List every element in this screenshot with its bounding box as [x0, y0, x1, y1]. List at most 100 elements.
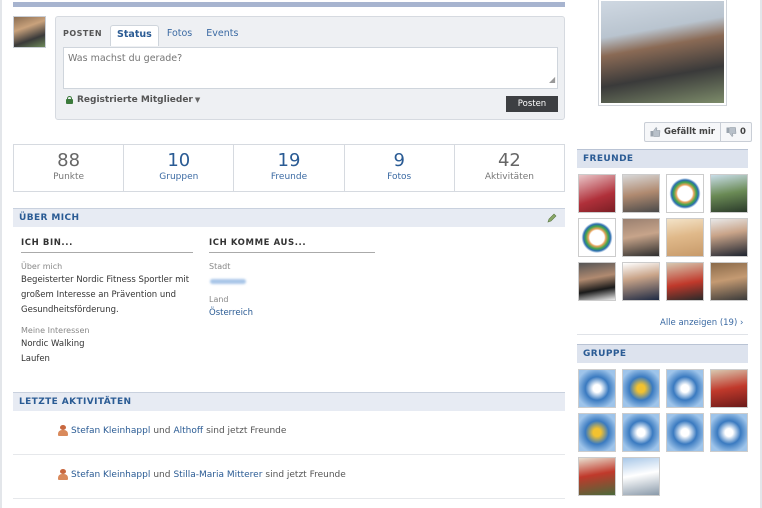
thumbs-down-icon: [726, 127, 737, 137]
tab-status[interactable]: Status: [110, 24, 159, 46]
thumbs-up-icon: [650, 127, 661, 137]
stat-value: 19: [277, 150, 301, 171]
friend-thumbnail[interactable]: [710, 262, 748, 301]
stat-value: 88: [57, 150, 81, 171]
friend-thumbnail[interactable]: [666, 174, 704, 213]
country-link[interactable]: Österreich: [209, 306, 253, 321]
country-label: Land: [209, 295, 229, 304]
group-thumbnail[interactable]: [622, 413, 660, 452]
friend-thumbnail[interactable]: [710, 174, 748, 213]
activity-other-link[interactable]: Stilla-Maria Mitterer: [173, 470, 262, 480]
city-label: Stadt: [209, 262, 231, 271]
group-thumbnail[interactable]: [622, 457, 660, 496]
stat-punkte: 88 Punkte: [14, 145, 125, 191]
stat-aktivitaeten: 42 Aktivitäten: [455, 145, 564, 191]
about-header: ÜBER MICH: [13, 208, 565, 227]
profile-photo-image: [601, 1, 724, 103]
group-thumbnail[interactable]: [622, 369, 660, 408]
group-thumbnail[interactable]: [710, 369, 748, 408]
friend-thumbnail[interactable]: [710, 218, 748, 257]
pencil-icon[interactable]: [547, 213, 557, 223]
stat-freunde[interactable]: 19 Freunde: [234, 145, 345, 191]
see-all-friends-link[interactable]: Alle anzeigen (19) ›: [660, 318, 743, 328]
top-divider-bar: [13, 2, 565, 7]
lock-icon: [66, 96, 73, 104]
activity-item: Stefan Kleinhappl und Stilla-Maria Mitte…: [13, 455, 565, 499]
friend-thumbnail[interactable]: [622, 262, 660, 301]
post-button[interactable]: Posten: [506, 96, 558, 112]
resize-grip-icon[interactable]: ◢: [549, 75, 555, 84]
friend-thumbnail[interactable]: [578, 218, 616, 257]
tab-events[interactable]: Events: [200, 25, 244, 42]
tab-fotos[interactable]: Fotos: [161, 25, 198, 42]
status-input[interactable]: [63, 47, 558, 89]
activity-other-link[interactable]: Althoff: [173, 426, 203, 436]
dislike-count: 0: [740, 127, 746, 137]
about-title: ÜBER MICH: [19, 213, 80, 223]
interest-item: Laufen: [21, 354, 50, 364]
groups-title: GRUPPE: [583, 349, 627, 359]
stat-value: 9: [393, 150, 405, 171]
ich-komme-aus-title: ICH KOMME AUS...: [209, 238, 375, 253]
profile-photo[interactable]: [598, 0, 727, 106]
interest-item: Nordic Walking: [21, 339, 85, 349]
stat-label: Punkte: [53, 172, 85, 182]
stat-value: 42: [497, 150, 521, 171]
friends-grid: [578, 174, 748, 301]
stats-bar: 88 Punkte 10 Gruppen 19 Freunde 9 Fotos …: [13, 144, 565, 192]
user-icon: [58, 469, 68, 480]
friends-title: FREUNDE: [583, 154, 634, 164]
activity-user-link[interactable]: Stefan Kleinhappl: [71, 426, 150, 436]
dislike-button[interactable]: 0: [721, 123, 751, 141]
stat-label: Gruppen: [159, 172, 199, 182]
groups-grid: [578, 369, 748, 496]
like-widget: Gefällt mir 0: [644, 122, 752, 142]
ueber-mich-line-3: Gesundheitsförderung.: [21, 305, 119, 315]
activity-and: und: [153, 425, 171, 436]
activity-item: Stefan Kleinhappl und Althoff sind jetzt…: [13, 411, 565, 455]
stat-value: 10: [167, 150, 191, 171]
activity-user-link[interactable]: Stefan Kleinhappl: [71, 470, 150, 480]
group-thumbnail[interactable]: [666, 413, 704, 452]
like-label: Gefällt mir: [664, 127, 715, 137]
activities-title: LETZTE AKTIVITÄTEN: [19, 397, 132, 407]
friend-thumbnail[interactable]: [578, 262, 616, 301]
friend-thumbnail[interactable]: [622, 218, 660, 257]
friend-thumbnail[interactable]: [622, 174, 660, 213]
left-border: [0, 0, 2, 508]
interests-label: Meine Interessen: [21, 326, 90, 335]
composer-label: POSTEN: [63, 28, 103, 38]
status-composer: POSTEN Status Fotos Events ◢ Registriert…: [55, 16, 565, 120]
composer-tabs: POSTEN Status Fotos Events: [63, 24, 246, 46]
city-value-blurred: [210, 279, 246, 284]
groups-header: GRUPPE: [577, 344, 748, 363]
stat-label: Aktivitäten: [484, 172, 534, 182]
sidebar-divider: [577, 334, 748, 335]
stat-label: Freunde: [270, 172, 308, 182]
activity-text: sind jetzt Freunde: [265, 469, 346, 480]
ueber-mich-line-1: Begeisterter Nordic Fitness Sportler mit: [21, 275, 190, 285]
friend-thumbnail[interactable]: [578, 174, 616, 213]
user-avatar[interactable]: [13, 16, 46, 48]
friend-thumbnail[interactable]: [666, 262, 704, 301]
privacy-selector[interactable]: Registrierte Mitglieder ▼: [66, 95, 200, 105]
stat-label: Fotos: [387, 172, 412, 182]
activities-header: LETZTE AKTIVITÄTEN: [13, 392, 565, 411]
chevron-down-icon: ▼: [194, 96, 201, 104]
ich-bin-title: ICH BIN...: [21, 238, 193, 253]
privacy-label: Registrierte Mitglieder: [77, 95, 193, 105]
group-thumbnail[interactable]: [578, 369, 616, 408]
group-thumbnail[interactable]: [710, 413, 748, 452]
like-button[interactable]: Gefällt mir: [645, 123, 721, 141]
friend-thumbnail[interactable]: [666, 218, 704, 257]
user-icon: [58, 425, 68, 436]
activity-and: und: [153, 469, 171, 480]
group-thumbnail[interactable]: [578, 457, 616, 496]
ueber-mich-line-2: großem Interesse an Prävention und: [21, 290, 177, 300]
stat-fotos[interactable]: 9 Fotos: [345, 145, 455, 191]
activity-text: sind jetzt Freunde: [206, 425, 287, 436]
group-thumbnail[interactable]: [578, 413, 616, 452]
group-thumbnail[interactable]: [666, 369, 704, 408]
stat-gruppen[interactable]: 10 Gruppen: [124, 145, 235, 191]
ueber-mich-label: Über mich: [21, 262, 63, 271]
